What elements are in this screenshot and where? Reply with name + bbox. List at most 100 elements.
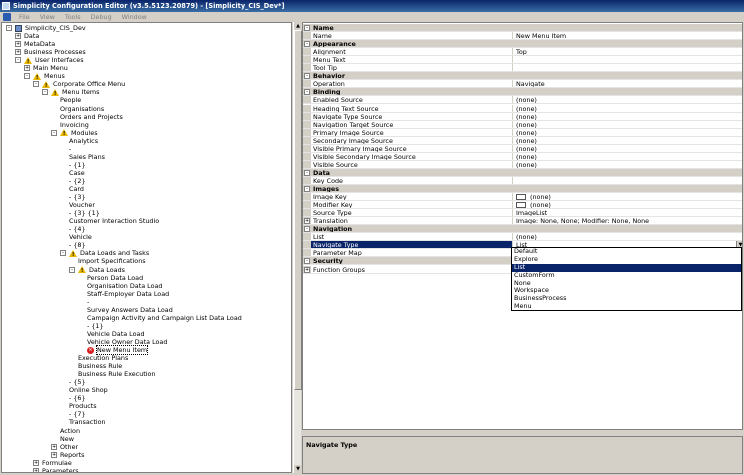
- expand-icon[interactable]: +: [51, 443, 57, 450]
- collapse-icon[interactable]: -: [304, 41, 310, 48]
- expand-icon[interactable]: +: [33, 467, 39, 472]
- expand-icon[interactable]: +: [15, 41, 21, 48]
- property-value[interactable]: (none): [513, 161, 742, 168]
- property-category[interactable]: - Name: [303, 24, 742, 32]
- tree-node[interactable]: - {4}: [60, 225, 86, 233]
- tree-node[interactable]: - Menus: [24, 72, 65, 82]
- property-category[interactable]: - Binding: [303, 88, 742, 97]
- dropdown-option[interactable]: Explore: [512, 255, 741, 264]
- expand-icon[interactable]: +: [15, 49, 21, 56]
- tree-scrollbar[interactable]: ▲ ▼: [293, 22, 302, 473]
- property-value[interactable]: (none): [513, 129, 742, 136]
- expand-icon[interactable]: +: [304, 218, 310, 225]
- dropdown-option[interactable]: Default: [512, 247, 741, 256]
- property-value[interactable]: (none): [513, 233, 742, 240]
- property-value[interactable]: Navigate: [513, 80, 742, 87]
- property-value[interactable]: [513, 56, 742, 63]
- dropdown-option[interactable]: CustomForm: [512, 271, 741, 280]
- collapse-icon[interactable]: -: [51, 129, 57, 136]
- tree-node[interactable]: Products: [60, 402, 97, 410]
- collapse-icon[interactable]: -: [304, 73, 310, 80]
- expand-icon[interactable]: +: [33, 459, 39, 466]
- tree-node[interactable]: - User Interfaces: [15, 56, 84, 66]
- menu-tools[interactable]: Tools: [60, 13, 86, 21]
- property-value[interactable]: (none): [513, 113, 742, 120]
- property-category[interactable]: - Data: [303, 168, 742, 177]
- tree-node[interactable]: Analytics: [60, 137, 98, 145]
- scroll-thumb[interactable]: [294, 30, 302, 390]
- tree-node[interactable]: Person Data Load: [78, 274, 143, 282]
- property-row[interactable]: Visible Primary Image Source (none): [303, 144, 742, 153]
- collapse-icon[interactable]: -: [304, 226, 310, 233]
- property-row[interactable]: Alignment Top: [303, 48, 742, 57]
- property-row[interactable]: Operation Navigate: [303, 80, 742, 89]
- tree-node[interactable]: New: [51, 435, 74, 443]
- tree-node[interactable]: Execution Plans: [69, 354, 128, 362]
- tree-node[interactable]: + Main Menu: [24, 64, 68, 72]
- configuration-tree[interactable]: - Simplicity_CIS_Dev + Data + MetaData + Busine…: [1, 22, 292, 473]
- property-value[interactable]: [513, 64, 742, 71]
- property-value[interactable]: ImageList: [513, 209, 742, 216]
- tree-node[interactable]: + Business Processes: [15, 48, 86, 56]
- tree-node[interactable]: + Other: [51, 443, 78, 451]
- property-row[interactable]: Menu Text: [303, 56, 742, 65]
- property-row[interactable]: Navigate Type Source (none): [303, 112, 742, 121]
- property-value[interactable]: (none): [513, 137, 742, 144]
- property-value[interactable]: Top: [513, 48, 742, 55]
- property-category[interactable]: - Behavior: [303, 72, 742, 81]
- tree-node[interactable]: - Menu Items: [42, 88, 99, 98]
- tree-node[interactable]: Voucher: [60, 201, 95, 209]
- tree-node[interactable]: Staff-Employer Data Load: [78, 290, 169, 298]
- expand-icon[interactable]: +: [51, 451, 57, 458]
- property-value[interactable]: [513, 177, 742, 184]
- tree-node[interactable]: Business Rule Execution: [69, 370, 156, 378]
- expand-icon[interactable]: +: [304, 266, 310, 273]
- tree-node[interactable]: Survey Answers Data Load: [78, 306, 173, 314]
- property-category[interactable]: - Appearance: [303, 40, 742, 49]
- property-row[interactable]: Primary Image Source (none): [303, 128, 742, 137]
- tree-node[interactable]: Vehicle Owner Data Load: [78, 338, 167, 346]
- tree-node[interactable]: - {1}: [60, 161, 86, 169]
- property-row[interactable]: Key Code: [303, 176, 742, 185]
- menu-view[interactable]: View: [35, 13, 60, 21]
- property-row[interactable]: + Translation Image: None, None; Modifier:…: [303, 217, 742, 226]
- collapse-icon[interactable]: -: [69, 266, 75, 273]
- property-value[interactable]: (none): [513, 96, 742, 103]
- dropdown-option[interactable]: BusinessProcess: [512, 294, 741, 303]
- collapse-icon[interactable]: -: [304, 169, 310, 176]
- property-row[interactable]: Navigation Target Source (none): [303, 120, 742, 129]
- property-row[interactable]: Heading Text Source (none): [303, 104, 742, 113]
- tree-node[interactable]: - {3} {1}: [60, 209, 100, 217]
- expand-icon[interactable]: +: [24, 65, 30, 72]
- tree-node[interactable]: Orders and Projects: [51, 113, 123, 121]
- tree-node[interactable]: - Corporate Office Menu: [33, 80, 125, 90]
- collapse-icon[interactable]: -: [304, 89, 310, 96]
- property-row[interactable]: Source Type ImageList: [303, 209, 742, 218]
- property-value[interactable]: Image: None, None; Modifier: None, None: [513, 217, 742, 224]
- property-value[interactable]: (none): [513, 153, 742, 160]
- property-row[interactable]: Tool Tip: [303, 64, 742, 73]
- tree-node[interactable]: Vehicle: [60, 233, 92, 241]
- tree-node[interactable]: - {2}: [60, 177, 86, 185]
- menu-file[interactable]: File: [14, 13, 35, 21]
- tree-node[interactable]: Transaction: [60, 418, 106, 426]
- property-row[interactable]: Secondary Image Source (none): [303, 136, 742, 145]
- tree-node[interactable]: Business Rule: [69, 362, 122, 370]
- menu-debug[interactable]: Debug: [86, 13, 117, 21]
- tree-node[interactable]: - Data Loads and Tasks: [60, 249, 149, 259]
- collapse-icon[interactable]: -: [24, 73, 30, 80]
- scroll-down-icon[interactable]: ▼: [294, 465, 302, 473]
- tree-node[interactable]: - {6}: [60, 394, 86, 402]
- property-category[interactable]: - Images: [303, 185, 742, 193]
- tree-node[interactable]: Vehicle Data Load: [78, 330, 145, 338]
- navigate-type-dropdown[interactable]: Default Explore List CustomForm None Workspac…: [511, 247, 742, 311]
- tree-node[interactable]: -: [60, 145, 71, 153]
- tree-node[interactable]: Campaign Activity and Campaign List Data…: [78, 314, 242, 322]
- tree-node[interactable]: + Data: [15, 32, 39, 40]
- collapse-icon[interactable]: -: [33, 81, 39, 88]
- tree-node[interactable]: Online Shop: [60, 386, 108, 394]
- scroll-up-icon[interactable]: ▲: [294, 22, 302, 30]
- tree-node[interactable]: × New Menu Item: [78, 345, 149, 355]
- tree-node[interactable]: Invoicing: [51, 121, 89, 129]
- tree-node[interactable]: + Parameters: [33, 467, 79, 472]
